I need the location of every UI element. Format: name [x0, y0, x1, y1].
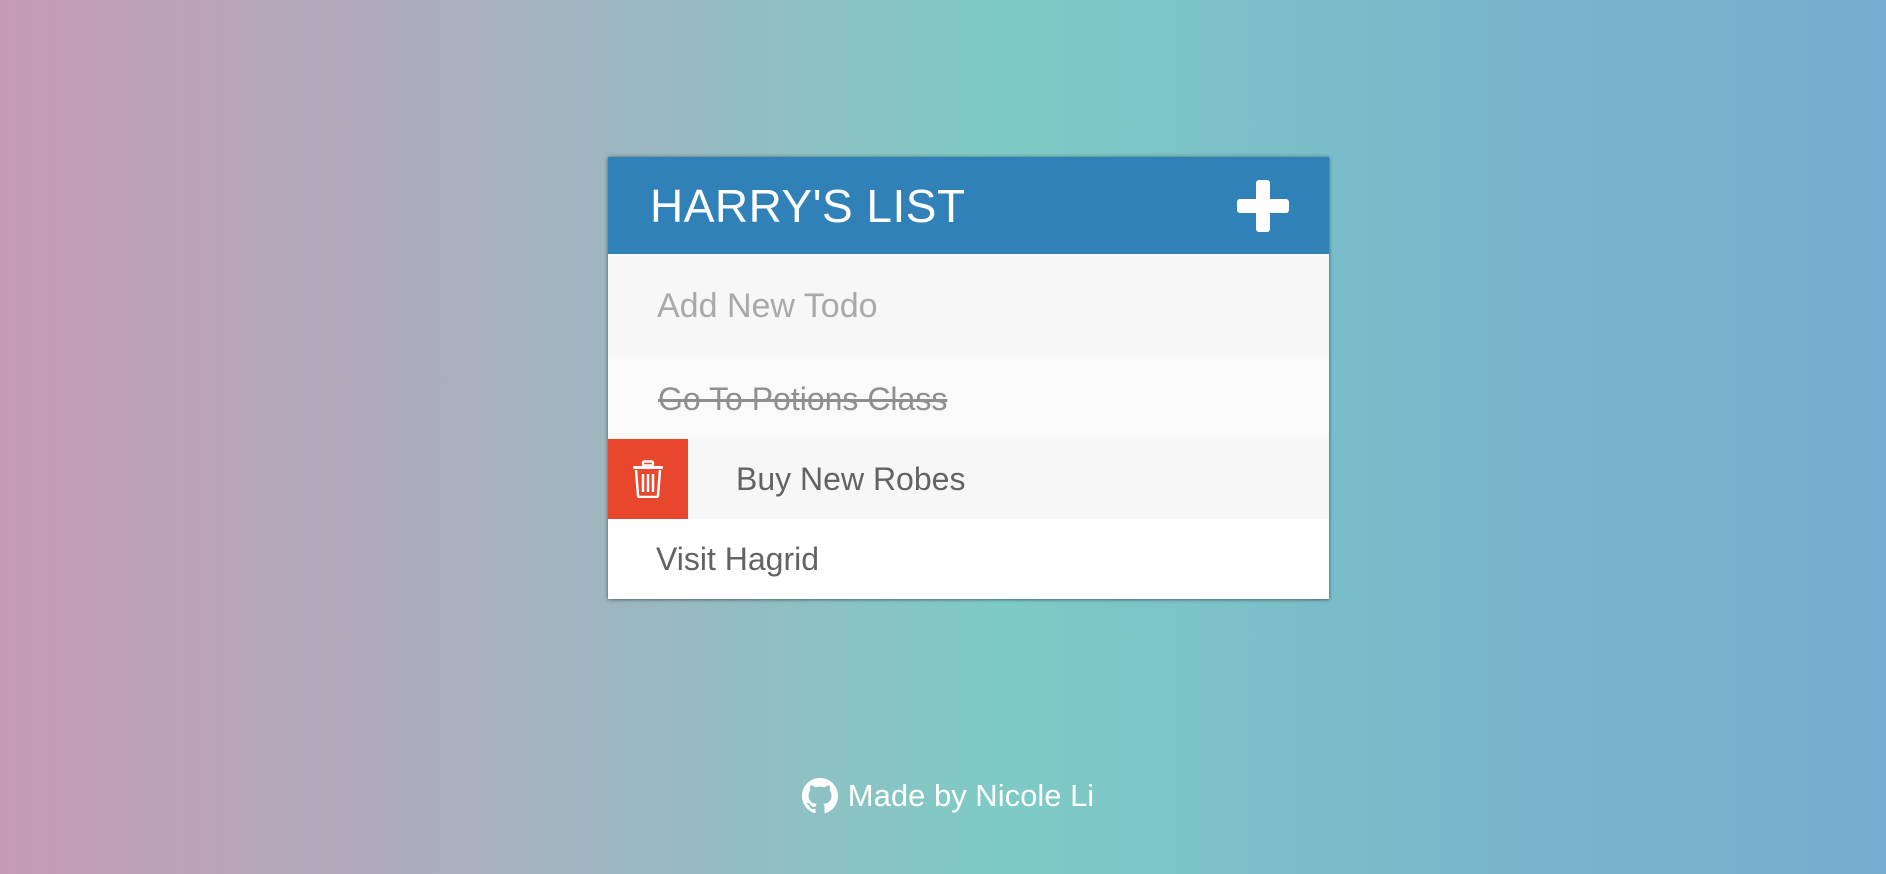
delete-button[interactable] [608, 439, 688, 519]
list-title: HARRY'S LIST [650, 179, 966, 232]
todo-label: Visit Hagrid [656, 540, 820, 577]
card-header: HARRY'S LIST [608, 157, 1329, 254]
todo-item-hovered[interactable]: Buy New Robes [608, 439, 1329, 519]
author-link[interactable]: Made by Nicole Li [848, 778, 1094, 814]
todo-label: Buy New Robes [736, 460, 966, 497]
new-todo-row [608, 254, 1329, 359]
new-todo-input[interactable] [655, 286, 1279, 327]
todo-item-completed[interactable]: Go To Potions Class [608, 359, 1329, 439]
plus-icon[interactable] [1237, 179, 1289, 232]
footer: Made by Nicole Li [0, 778, 1886, 814]
todo-label: Go To Potions Class [658, 380, 948, 417]
todo-item[interactable]: Visit Hagrid [608, 519, 1329, 599]
trash-icon [633, 460, 663, 498]
todo-card: HARRY'S LIST Go To Potions Class Buy New… [608, 157, 1329, 599]
github-icon[interactable] [801, 778, 838, 814]
